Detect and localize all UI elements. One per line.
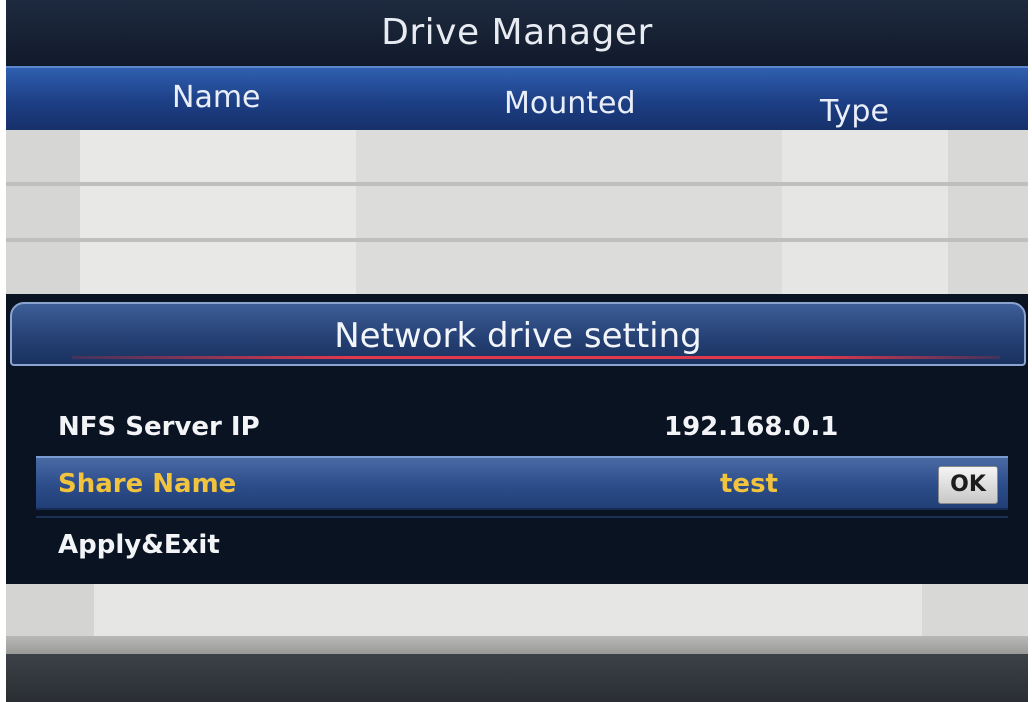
table-row[interactable] (6, 242, 1028, 294)
drive-table (6, 130, 1028, 296)
title-bar: Drive Manager (6, 0, 1028, 66)
table-row[interactable] (6, 130, 1028, 182)
apply-exit-button[interactable]: Apply&Exit (58, 530, 220, 560)
drive-manager-screen: Drive Manager Name Mounted Type Network … (6, 0, 1028, 702)
network-drive-dialog: Network drive setting NFS Server IP 192.… (6, 294, 1028, 584)
bottom-divider (6, 636, 1028, 654)
bottom-bar (6, 654, 1028, 702)
nfs-server-ip-value: 192.168.0.1 (664, 412, 839, 442)
share-name-row[interactable]: Share Name test OK (36, 456, 1008, 510)
share-name-label: Share Name (58, 469, 237, 499)
nfs-server-ip-row[interactable]: NFS Server IP 192.168.0.1 (36, 400, 1008, 454)
column-header-type: Type (820, 94, 889, 129)
column-header-mounted: Mounted (504, 86, 636, 121)
share-name-value: test (720, 469, 778, 499)
table-header: Name Mounted Type (6, 66, 1028, 130)
nfs-server-ip-label: NFS Server IP (58, 412, 260, 442)
dialog-title: Network drive setting (334, 316, 702, 356)
title-underline (72, 356, 1000, 359)
column-header-name: Name (172, 80, 261, 115)
apply-exit-row[interactable]: Apply&Exit (36, 516, 1008, 570)
table-row[interactable] (6, 584, 1028, 636)
dialog-title-bar: Network drive setting (10, 302, 1026, 366)
ok-button[interactable]: OK (938, 466, 998, 504)
table-row[interactable] (6, 186, 1028, 238)
window-title: Drive Manager (381, 12, 653, 53)
